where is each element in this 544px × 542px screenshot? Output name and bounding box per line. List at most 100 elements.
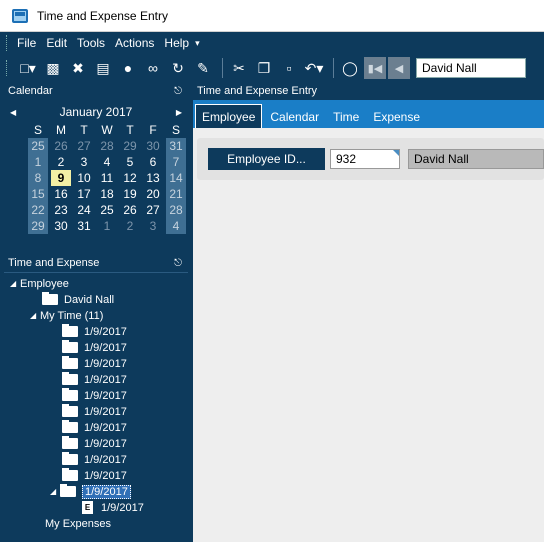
expander-icon[interactable]: ◢ — [10, 279, 20, 288]
attach-icon[interactable]: ∞ — [142, 57, 164, 79]
delete-icon[interactable]: ✖ — [67, 57, 89, 79]
calendar-weekday-label: T — [126, 123, 134, 137]
calendar-day[interactable]: 27 — [143, 202, 163, 218]
calendar-day[interactable]: 31 — [74, 218, 94, 234]
tree-node-time-entry[interactable]: 1/9/2017 — [62, 388, 127, 403]
employee-id-button[interactable]: Employee ID... — [208, 148, 325, 170]
comment-icon[interactable]: ● — [117, 57, 139, 79]
calendar-day[interactable]: 1 — [28, 154, 48, 170]
tree-node-my-expenses[interactable]: My Expenses — [45, 516, 111, 531]
brush-icon[interactable]: ✎ — [192, 57, 214, 79]
calendar-day[interactable]: 7 — [166, 154, 186, 170]
pin-icon[interactable]: ⎋ — [174, 86, 182, 97]
paste-icon[interactable]: ▫ — [278, 57, 300, 79]
calendar-day[interactable]: 28 — [166, 202, 186, 218]
menu-tools[interactable]: Tools — [77, 36, 105, 50]
tree-node-time-entry[interactable]: 1/9/2017 — [62, 468, 127, 483]
book-icon[interactable]: ▤ — [92, 57, 114, 79]
tree-node-time-entry[interactable]: 1/9/2017 — [62, 404, 127, 419]
calendar-day[interactable]: 11 — [97, 170, 117, 186]
calendar-day[interactable]: 13 — [143, 170, 163, 186]
pin-icon[interactable]: ⎋ — [174, 258, 182, 269]
calendar-day[interactable]: 9 — [51, 170, 71, 186]
calendar-day[interactable]: 2 — [51, 154, 71, 170]
tree-label: 1/9/2017 — [84, 357, 127, 370]
calendar-day[interactable]: 22 — [28, 202, 48, 218]
calendar-day[interactable]: 1 — [97, 218, 117, 234]
calendar-day[interactable]: 8 — [28, 170, 48, 186]
tree-node-time-entry[interactable]: 1/9/2017 — [62, 340, 127, 355]
calendar-day[interactable]: 15 — [28, 186, 48, 202]
expander-icon[interactable]: ◢ — [50, 487, 60, 496]
tree-node-time-entry[interactable]: 1/9/2017 — [62, 452, 127, 467]
next-month-icon[interactable]: ▶ — [176, 108, 182, 117]
binoculars-icon[interactable]: ◯ — [339, 57, 361, 79]
calendar-day[interactable]: 29 — [28, 218, 48, 234]
calendar-day[interactable]: 17 — [74, 186, 94, 202]
previous-record-icon[interactable]: ◀ — [388, 57, 410, 79]
employee-id-input[interactable]: 932 — [330, 149, 400, 169]
first-record-icon[interactable]: ▮◀ — [364, 57, 386, 79]
calendar-day[interactable]: 30 — [143, 138, 163, 154]
tree-node-time-entry-selected[interactable]: ◢ 1/9/2017 — [50, 484, 131, 499]
menu-file[interactable]: File — [17, 36, 36, 50]
calendar-day[interactable]: 25 — [97, 202, 117, 218]
tab-time[interactable]: Time — [327, 106, 365, 128]
tab-expense[interactable]: Expense — [367, 106, 426, 128]
new-icon[interactable]: □▾ — [17, 57, 39, 79]
calendar-day[interactable]: 3 — [74, 154, 94, 170]
calendar-day[interactable]: 18 — [97, 186, 117, 202]
folder-icon — [62, 420, 78, 433]
calendar-day[interactable]: 2 — [120, 218, 140, 234]
tree-node-time-entry[interactable]: 1/9/2017 — [62, 420, 127, 435]
menu-overflow-icon[interactable]: ▾ — [195, 38, 200, 49]
calendar-day[interactable]: 4 — [166, 218, 186, 234]
calendar-day[interactable]: 26 — [120, 202, 140, 218]
cut-icon[interactable]: ✂ — [228, 57, 250, 79]
toolbar-separator — [333, 58, 334, 78]
calendar-day[interactable]: 3 — [143, 218, 163, 234]
tree-node-employee[interactable]: ◢ Employee — [10, 276, 69, 291]
calendar-day[interactable]: 21 — [166, 186, 186, 202]
menu-help[interactable]: Help — [164, 36, 189, 50]
calendar-day[interactable]: 29 — [120, 138, 140, 154]
calendar-day[interactable]: 31 — [166, 138, 186, 154]
expander-icon[interactable]: ◢ — [30, 311, 40, 320]
calendar-day[interactable]: 20 — [143, 186, 163, 202]
menu-actions[interactable]: Actions — [115, 36, 154, 50]
tab-employee[interactable]: Employee — [195, 104, 263, 128]
calendar-day[interactable]: 12 — [120, 170, 140, 186]
tree-panel: ◢ Employee David Nall ◢ My Time (11) 1/9… — [4, 272, 188, 542]
calendar-day[interactable]: 5 — [120, 154, 140, 170]
calendar-day[interactable]: 26 — [51, 138, 71, 154]
calendar-day[interactable]: 6 — [143, 154, 163, 170]
record-selector[interactable]: David Nall — [416, 58, 526, 78]
save-icon[interactable]: ▩ — [42, 57, 64, 79]
calendar-day[interactable]: 19 — [120, 186, 140, 202]
tree-node-time-entry[interactable]: 1/9/2017 — [62, 372, 127, 387]
calendar-day[interactable]: 14 — [166, 170, 186, 186]
tree-node-employee-name[interactable]: David Nall — [42, 292, 114, 307]
folder-icon — [62, 436, 78, 449]
calendar-day[interactable]: 4 — [97, 154, 117, 170]
calendar-day[interactable]: 27 — [74, 138, 94, 154]
refresh-icon[interactable]: ↻ — [167, 57, 189, 79]
tree-panel-title: Time and Expense — [8, 257, 100, 269]
calendar-day[interactable]: 25 — [28, 138, 48, 154]
calendar-day[interactable]: 16 — [51, 186, 71, 202]
prev-month-icon[interactable]: ◀ — [10, 108, 16, 117]
tab-calendar[interactable]: Calendar — [264, 106, 325, 128]
tree-node-time-entry[interactable]: 1/9/2017 — [62, 356, 127, 371]
tree-node-time-entry[interactable]: 1/9/2017 — [62, 436, 127, 451]
tree-node-my-time[interactable]: ◢ My Time (11) — [30, 308, 103, 323]
calendar-day[interactable]: 24 — [74, 202, 94, 218]
calendar-day[interactable]: 30 — [51, 218, 71, 234]
tree-node-time-entry[interactable]: 1/9/2017 — [62, 324, 127, 339]
menu-edit[interactable]: Edit — [46, 36, 67, 50]
tree-node-expense-entry[interactable]: E 1/9/2017 — [82, 500, 144, 515]
calendar-day[interactable]: 10 — [74, 170, 94, 186]
copy-icon[interactable]: ❐ — [253, 57, 275, 79]
undo-icon[interactable]: ↶▾ — [303, 57, 325, 79]
calendar-day[interactable]: 23 — [51, 202, 71, 218]
calendar-day[interactable]: 28 — [97, 138, 117, 154]
